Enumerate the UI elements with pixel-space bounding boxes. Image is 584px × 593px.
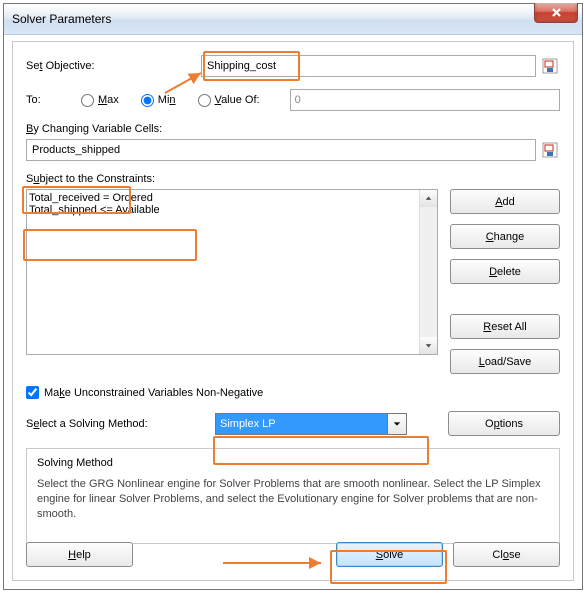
solve-button[interactable]: Solve — [336, 542, 443, 567]
scroll-up-button[interactable] — [420, 190, 437, 207]
to-row: To: Max Min Value Of: 0 — [26, 89, 560, 111]
range-select-icon — [541, 141, 559, 159]
add-button[interactable]: Add — [450, 189, 560, 214]
method-row: Select a Solving Method: Simplex LP Opti… — [26, 411, 560, 436]
by-changing-input[interactable] — [30, 140, 535, 160]
nonneg-label: Make Unconstrained Variables Non-Negativ… — [44, 387, 263, 399]
method-dropdown-button[interactable] — [387, 414, 406, 434]
range-select-icon — [541, 57, 559, 75]
constraints-buttons: Add Change Delete Reset All Load/Save — [450, 189, 560, 374]
solving-method-info: Solving Method Select the GRG Nonlinear … — [26, 448, 560, 544]
constraints-area: Total_received = Ordered Total_shipped <… — [26, 189, 560, 374]
to-label: To: — [26, 94, 81, 106]
by-changing-picker[interactable] — [26, 139, 536, 161]
nonneg-checkbox[interactable] — [26, 386, 39, 399]
load-save-button[interactable]: Load/Save — [450, 349, 560, 374]
objective-input[interactable] — [205, 56, 535, 76]
method-selected: Simplex LP — [216, 414, 387, 434]
by-changing-label: By Changing Variable Cells: — [26, 123, 560, 135]
help-button[interactable]: Help — [26, 542, 133, 567]
nonneg-row: Make Unconstrained Variables Non-Negativ… — [26, 386, 560, 399]
objective-cell-picker[interactable] — [201, 55, 536, 77]
method-label: Select a Solving Method: — [26, 418, 201, 430]
close-window-button[interactable] — [534, 3, 578, 23]
scroll-down-button[interactable] — [420, 337, 437, 354]
options-button[interactable]: Options — [448, 411, 560, 436]
solving-method-info-title: Solving Method — [37, 457, 549, 469]
constraints-label: Subject to the Constraints: — [26, 173, 560, 185]
min-radio[interactable]: Min — [141, 94, 176, 107]
close-button[interactable]: Close — [453, 542, 560, 567]
valueof-input[interactable]: 0 — [290, 89, 560, 111]
dialog-footer: Help Solve Close — [26, 542, 560, 567]
reset-all-button[interactable]: Reset All — [450, 314, 560, 339]
delete-button[interactable]: Delete — [450, 259, 560, 284]
solving-method-info-text: Select the GRG Nonlinear engine for Solv… — [37, 477, 549, 522]
dialog-body: Set Objective: To: Max Min Va — [12, 41, 574, 581]
constraint-item[interactable]: Total_shipped <= Available — [29, 204, 435, 216]
solver-parameters-dialog: Solver Parameters Set Objective: — [3, 3, 583, 590]
objective-label: Set Objective: — [26, 60, 201, 72]
objective-row: Set Objective: — [26, 55, 560, 77]
chevron-down-icon — [393, 420, 401, 428]
constraints-listbox[interactable]: Total_received = Ordered Total_shipped <… — [26, 189, 438, 355]
change-button[interactable]: Change — [450, 224, 560, 249]
by-changing-range-select-button[interactable] — [540, 140, 560, 160]
method-combobox[interactable]: Simplex LP — [215, 413, 407, 435]
valueof-radio[interactable]: Value Of: — [198, 94, 260, 107]
objective-range-select-button[interactable] — [540, 56, 560, 76]
by-changing-row — [26, 139, 560, 161]
close-icon — [551, 7, 562, 18]
max-radio[interactable]: Max — [81, 94, 119, 107]
constraints-scrollbar[interactable] — [419, 190, 437, 354]
titlebar: Solver Parameters — [4, 4, 582, 35]
dialog-title: Solver Parameters — [12, 12, 111, 26]
constraint-item[interactable]: Total_received = Ordered — [29, 192, 435, 204]
